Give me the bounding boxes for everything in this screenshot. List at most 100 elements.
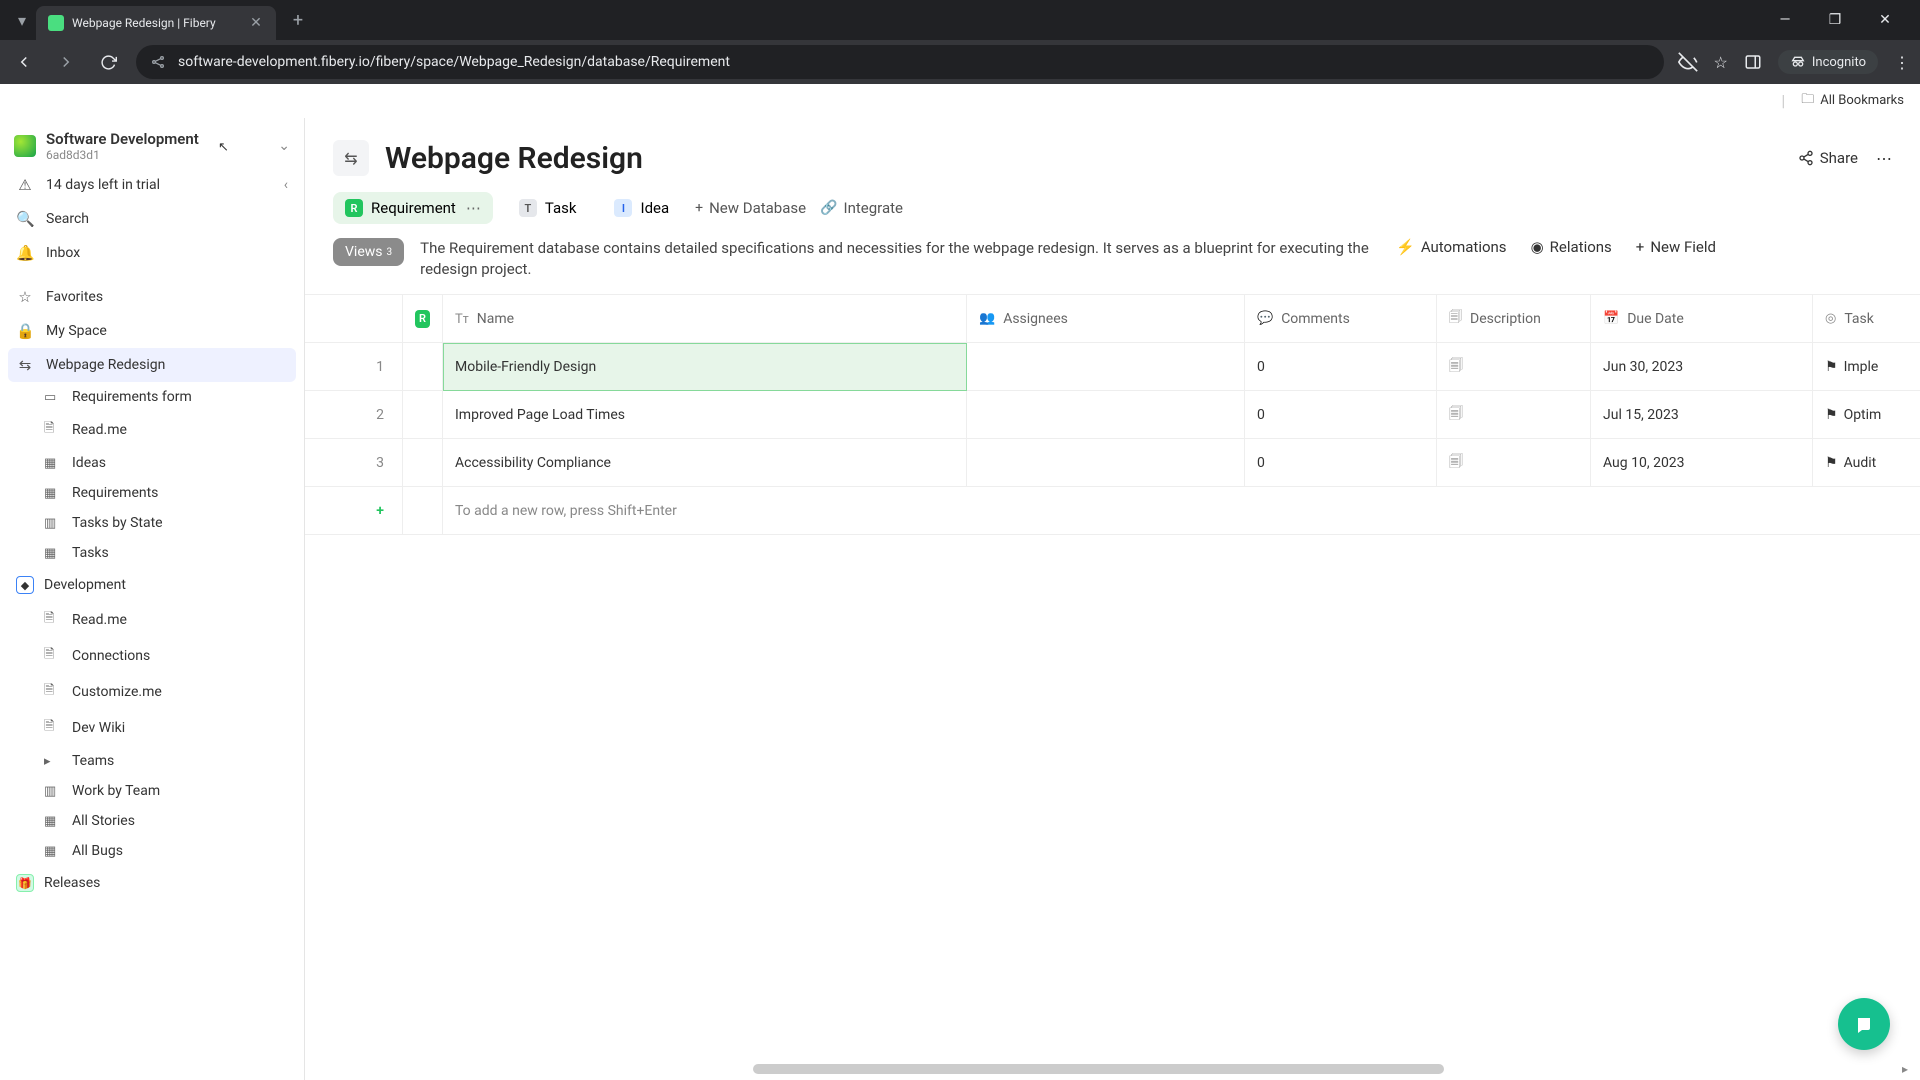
sidebar-item-all-bugs[interactable]: ▦All Bugs — [0, 836, 304, 866]
site-settings-icon[interactable] — [150, 54, 166, 70]
window-minimize-icon[interactable]: ― — [1770, 12, 1800, 28]
text-icon: Tᴛ — [455, 311, 469, 327]
note-icon: 🗐 — [1449, 308, 1462, 330]
sidebar-item-readme-1[interactable]: 🗎Read.me — [0, 602, 304, 638]
more-menu-icon[interactable]: ⋯ — [1876, 149, 1892, 168]
sidebar-item-readme-0[interactable]: 🗎Read.me — [0, 412, 304, 448]
table-row-num[interactable]: 1 — [305, 343, 403, 391]
sidebar-item-dev-wiki[interactable]: 🗎Dev Wiki — [0, 710, 304, 746]
db-tab-task[interactable]: T Task — [507, 192, 589, 224]
cell-duedate-1[interactable]: Jul 15, 2023 — [1591, 391, 1813, 439]
app-root: Software Development 6ad8d3d1 ⌄ ↖ ⚠ 14 d… — [0, 118, 1920, 1080]
scrollbar-thumb[interactable] — [753, 1064, 1444, 1074]
cell-task-0[interactable]: ⚑Imple — [1813, 343, 1920, 391]
cell-description-0[interactable]: 🗐 — [1437, 343, 1591, 391]
cell-assignees-0[interactable] — [967, 343, 1245, 391]
cell-assignees-1[interactable] — [967, 391, 1245, 439]
sidebar-item-tasks-by-state[interactable]: ▥Tasks by State — [0, 508, 304, 538]
window-close-icon[interactable]: ✕ — [1870, 12, 1900, 28]
cell-task-2[interactable]: ⚑Audit — [1813, 439, 1920, 487]
col-comments[interactable]: 💬Comments — [1245, 295, 1437, 343]
link-icon: 🔗 — [820, 200, 837, 216]
all-bookmarks-button[interactable]: 🗀 All Bookmarks — [1801, 90, 1904, 112]
sidebar-item-requirements-form[interactable]: ▭Requirements form — [0, 382, 304, 412]
description-row: Views 3 The Requirement database contain… — [305, 238, 1920, 294]
url-field[interactable]: software-development.fibery.io/fibery/sp… — [136, 45, 1664, 79]
cell-name-0[interactable]: Mobile-Friendly Design — [443, 343, 967, 391]
horizontal-scrollbar[interactable]: ▸ — [753, 1064, 1904, 1074]
add-row-plus[interactable]: + — [305, 487, 403, 535]
sidebar-item-teams[interactable]: ▸Teams — [0, 746, 304, 776]
sidebar-myspace[interactable]: 🔒 My Space — [0, 314, 304, 348]
col-due-date[interactable]: 📅Due Date — [1591, 295, 1813, 343]
sidebar-item-requirements[interactable]: ▦Requirements — [0, 478, 304, 508]
sidebar-myspace-label: My Space — [46, 323, 107, 339]
add-row-hint[interactable]: To add a new row, press Shift+Enter — [443, 487, 1920, 535]
incognito-chip[interactable]: Incognito — [1778, 50, 1878, 74]
sidebar-item-connections[interactable]: 🗎Connections — [0, 638, 304, 674]
sidebar-item-tasks[interactable]: ▦Tasks — [0, 538, 304, 568]
cell-duedate-2[interactable]: Aug 10, 2023 — [1591, 439, 1813, 487]
db-tab-idea[interactable]: I Idea — [602, 192, 681, 224]
new-database-button[interactable]: + New Database — [695, 199, 806, 217]
cell-comments-2[interactable]: 0 — [1245, 439, 1437, 487]
sidebar-trial-banner[interactable]: ⚠ 14 days left in trial ‹ — [0, 168, 304, 202]
tab-close-icon[interactable]: ✕ — [248, 15, 264, 31]
views-button[interactable]: Views 3 — [333, 238, 404, 266]
board-icon: ▥ — [44, 784, 62, 799]
integrate-button[interactable]: 🔗 Integrate — [820, 199, 903, 217]
sidebar-search[interactable]: 🔍 Search — [0, 202, 304, 236]
cell-description-2[interactable]: 🗐 — [1437, 439, 1591, 487]
sidebar-inbox[interactable]: 🔔 Inbox — [0, 236, 304, 270]
scroll-right-icon[interactable]: ▸ — [1902, 1062, 1908, 1076]
cell-comments-0[interactable]: 0 — [1245, 343, 1437, 391]
tab-search-dropdown[interactable]: ▾ — [8, 6, 36, 34]
automations-button[interactable]: ⚡ Automations — [1396, 238, 1506, 256]
cursor-icon: ↖ — [218, 140, 229, 155]
browser-menu-icon[interactable]: ⋮ — [1894, 53, 1910, 72]
col-name[interactable]: TᴛName — [443, 295, 967, 343]
chevron-down-icon[interactable]: ⌄ — [278, 138, 290, 154]
eye-off-icon[interactable] — [1678, 52, 1698, 72]
sidebar-space-development[interactable]: ◆ Development — [0, 568, 304, 602]
side-panel-icon[interactable] — [1744, 53, 1762, 71]
nav-back-button[interactable] — [10, 48, 38, 76]
new-field-button[interactable]: + New Field — [1636, 238, 1716, 256]
cell-comments-1[interactable]: 0 — [1245, 391, 1437, 439]
col-assignees[interactable]: 👥Assignees — [967, 295, 1245, 343]
nav-forward-button[interactable] — [52, 48, 80, 76]
sidebar-item-all-stories[interactable]: ▦All Stories — [0, 806, 304, 836]
nav-reload-button[interactable] — [94, 48, 122, 76]
cell-description-1[interactable]: 🗐 — [1437, 391, 1591, 439]
sidebar-space-releases[interactable]: 🎁 Releases — [0, 866, 304, 900]
tab-favicon-icon — [48, 15, 64, 31]
browser-tab[interactable]: Webpage Redesign | Fibery ✕ — [36, 6, 276, 40]
cell-assignees-2[interactable] — [967, 439, 1245, 487]
database-description[interactable]: The Requirement database contains detail… — [420, 238, 1380, 280]
col-task[interactable]: ◎Task — [1813, 295, 1920, 343]
db-tab-more-icon[interactable]: ⋯ — [466, 199, 481, 217]
sidebar-item-ideas[interactable]: ▦Ideas — [0, 448, 304, 478]
caret-right-icon: ▸ — [44, 754, 62, 769]
table-row-num[interactable]: 2 — [305, 391, 403, 439]
share-button[interactable]: Share — [1798, 149, 1858, 167]
page-icon[interactable]: ⇆ — [333, 140, 369, 176]
collapse-sidebar-icon[interactable]: ‹ — [284, 177, 288, 193]
cell-task-1[interactable]: ⚑Optim — [1813, 391, 1920, 439]
cell-duedate-0[interactable]: Jun 30, 2023 — [1591, 343, 1813, 391]
db-tab-requirement[interactable]: R Requirement ⋯ — [333, 192, 493, 224]
col-description[interactable]: 🗐Description — [1437, 295, 1591, 343]
sidebar-space-webpage-redesign[interactable]: ⇆ Webpage Redesign — [8, 348, 296, 382]
sidebar-favorites[interactable]: ☆ Favorites — [0, 280, 304, 314]
bookmark-star-icon[interactable]: ☆ — [1714, 53, 1728, 72]
intercom-chat-button[interactable] — [1838, 998, 1890, 1050]
sidebar-item-work-by-team[interactable]: ▥Work by Team — [0, 776, 304, 806]
new-tab-button[interactable]: + — [284, 6, 312, 34]
cell-name-2[interactable]: Accessibility Compliance — [443, 439, 967, 487]
cell-name-1[interactable]: Improved Page Load Times — [443, 391, 967, 439]
window-maximize-icon[interactable]: ❐ — [1820, 12, 1850, 28]
workspace-switcher[interactable]: Software Development 6ad8d3d1 ⌄ ↖ — [0, 118, 304, 168]
sidebar-item-customize[interactable]: 🗎Customize.me — [0, 674, 304, 710]
table-row-num[interactable]: 3 — [305, 439, 403, 487]
relations-button[interactable]: ◉ Relations — [1531, 238, 1612, 256]
